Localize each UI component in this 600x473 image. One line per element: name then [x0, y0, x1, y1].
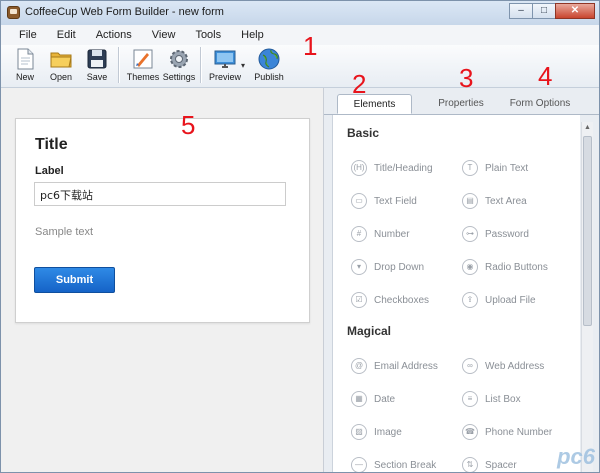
element-date[interactable]: ▦ Date — [351, 391, 395, 407]
image-icon: ▨ — [351, 424, 367, 440]
preview-dropdown-arrow-icon[interactable]: ▾ — [241, 61, 249, 70]
submit-button[interactable]: Submit — [34, 267, 115, 293]
elements-palette: Basic (H) Title/Heading T Plain Text ▭ Text… — [332, 115, 580, 472]
annotation-number-1: 1 — [303, 31, 318, 61]
menu-help[interactable]: Help — [231, 25, 274, 45]
phone-icon: ☎ — [462, 424, 478, 440]
globe-icon — [258, 48, 280, 70]
pc6-watermark: pc6 — [557, 444, 595, 469]
new-label: New — [15, 72, 34, 82]
element-web-address[interactable]: ∞ Web Address — [462, 358, 544, 374]
window-title: CoffeeCup Web Form Builder - new form — [25, 6, 224, 18]
upload-file-icon: ⇪ — [462, 292, 478, 308]
calendar-icon: ▦ — [351, 391, 367, 407]
form-title[interactable]: Title — [35, 136, 68, 154]
text-input-field[interactable]: pc6下载站 — [34, 182, 286, 206]
toolbar-separator — [118, 47, 120, 83]
menu-file[interactable]: File — [9, 25, 47, 45]
minimize-button[interactable]: – — [509, 3, 533, 19]
themes-brush-icon — [133, 49, 153, 69]
checkbox-icon: ☑ — [351, 292, 367, 308]
menu-view[interactable]: View — [142, 25, 186, 45]
preview-label: Preview — [208, 72, 241, 82]
annotation-number-3: 3 — [459, 63, 474, 93]
annotation-number-2: 2 — [352, 69, 367, 99]
element-upload-file[interactable]: ⇪ Upload File — [462, 292, 536, 308]
monitor-icon — [214, 50, 236, 68]
close-button[interactable]: ✕ — [555, 3, 595, 19]
toolbar: New Open Save Themes Settings Preview ▾ … — [1, 45, 599, 88]
section-break-icon: — — [351, 457, 367, 472]
radio-buttons-icon: ◉ — [462, 259, 478, 275]
floppy-disk-icon — [87, 49, 107, 69]
tab-form-options[interactable]: Form Options — [504, 94, 576, 114]
element-text-area[interactable]: ▤ Text Area — [462, 193, 527, 209]
publish-button[interactable]: Publish — [251, 45, 287, 82]
element-section-break[interactable]: — Section Break — [351, 457, 436, 472]
form-canvas[interactable]: Title Label pc6下载站 Sample text Submit — [15, 118, 310, 323]
gear-icon — [170, 50, 188, 68]
element-radio-buttons[interactable]: ◉ Radio Buttons — [462, 259, 548, 275]
elements-pane: Elements Properties Form Options Basic (… — [324, 88, 599, 472]
maximize-button[interactable]: □ — [532, 3, 556, 19]
menu-tools[interactable]: Tools — [185, 25, 231, 45]
menu-edit[interactable]: Edit — [47, 25, 86, 45]
palette-scrollbar[interactable]: ▲ — [581, 122, 593, 472]
themes-label: Themes — [126, 72, 160, 82]
tab-properties[interactable]: Properties — [428, 94, 494, 114]
scroll-thumb[interactable] — [583, 136, 592, 326]
basic-section-heading: Basic — [347, 126, 380, 140]
element-title-heading[interactable]: (H) Title/Heading — [351, 160, 433, 176]
link-icon: ∞ — [462, 358, 478, 374]
email-icon: @ — [351, 358, 367, 374]
element-plain-text[interactable]: T Plain Text — [462, 160, 528, 176]
element-list-box[interactable]: ≡ List Box — [462, 391, 521, 407]
open-label: Open — [49, 72, 73, 82]
list-box-icon: ≡ — [462, 391, 478, 407]
text-field-icon: ▭ — [351, 193, 367, 209]
element-image[interactable]: ▨ Image — [351, 424, 402, 440]
sample-text[interactable]: Sample text — [35, 226, 93, 238]
element-text-field[interactable]: ▭ Text Field — [351, 193, 417, 209]
number-icon: # — [351, 226, 367, 242]
element-email-address[interactable]: @ Email Address — [351, 358, 438, 374]
settings-label: Settings — [162, 72, 196, 82]
drop-down-icon: ▾ — [351, 259, 367, 275]
element-password[interactable]: ⊶ Password — [462, 226, 529, 242]
spacer-icon: ⇅ — [462, 457, 478, 472]
element-spacer[interactable]: ⇅ Spacer — [462, 457, 517, 472]
settings-button[interactable]: Settings — [161, 45, 197, 82]
new-button[interactable]: New — [7, 45, 43, 82]
scroll-up-arrow-icon[interactable]: ▲ — [584, 124, 591, 131]
tab-elements[interactable]: Elements — [337, 94, 412, 114]
title-bar[interactable]: CoffeeCup Web Form Builder - new form – … — [1, 1, 599, 26]
title-heading-icon: (H) — [351, 160, 367, 176]
field-label[interactable]: Label — [35, 165, 64, 177]
element-number[interactable]: # Number — [351, 226, 410, 242]
menu-actions[interactable]: Actions — [86, 25, 142, 45]
plain-text-icon: T — [462, 160, 478, 176]
publish-label: Publish — [254, 72, 284, 82]
element-drop-down[interactable]: ▾ Drop Down — [351, 259, 424, 275]
save-label: Save — [86, 72, 108, 82]
annotation-number-5: 5 — [181, 110, 196, 140]
save-button[interactable]: Save — [79, 45, 115, 82]
text-area-icon: ▤ — [462, 193, 478, 209]
app-window: CoffeeCup Web Form Builder - new form – … — [0, 0, 600, 473]
preview-button[interactable]: Preview — [207, 45, 243, 82]
folder-icon — [50, 52, 72, 68]
coffeecup-app-icon — [7, 6, 20, 19]
toolbar-separator — [200, 47, 202, 83]
new-document-icon — [17, 48, 34, 70]
magical-section-heading: Magical — [347, 324, 392, 338]
annotation-number-4: 4 — [538, 61, 553, 91]
form-preview-pane: Title Label pc6下载站 Sample text Submit — [1, 88, 324, 472]
element-phone-number[interactable]: ☎ Phone Number — [462, 424, 552, 440]
password-key-icon: ⊶ — [462, 226, 478, 242]
themes-button[interactable]: Themes — [125, 45, 161, 82]
element-checkboxes[interactable]: ☑ Checkboxes — [351, 292, 429, 308]
open-button[interactable]: Open — [43, 45, 79, 82]
menu-bar: File Edit Actions View Tools Help — [1, 25, 599, 45]
